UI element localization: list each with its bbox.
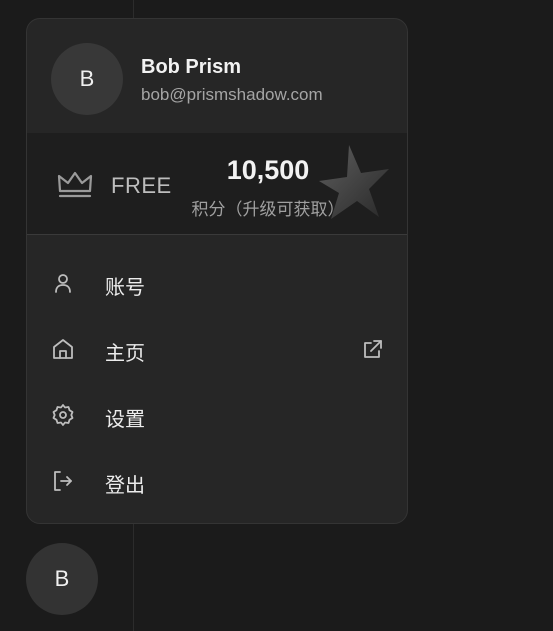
menu-item-account[interactable]: 账号 xyxy=(27,249,407,315)
menu-item-logout[interactable]: 登出 xyxy=(27,447,407,513)
credits-label: 积分（升级可获取） xyxy=(191,200,345,219)
sidebar-avatar[interactable]: B xyxy=(26,543,98,615)
page: B Bob Prism bob@prismshadow.com FREE 10,… xyxy=(0,0,553,631)
menu-item-home[interactable]: 主页 xyxy=(27,315,407,381)
user-icon xyxy=(55,274,71,293)
plan-panel[interactable]: FREE 10,500 积分（升级可获取） xyxy=(27,133,407,235)
avatar-initial: B xyxy=(79,66,95,91)
menu-item-label: 主页 xyxy=(105,343,145,365)
avatar: B xyxy=(51,43,123,115)
gear-icon xyxy=(52,404,74,426)
menu-item-label: 账号 xyxy=(105,277,145,299)
user-name: Bob Prism xyxy=(141,56,242,78)
crown-icon xyxy=(57,171,93,198)
user-email: bob@prismshadow.com xyxy=(141,85,323,104)
profile-header: B Bob Prism bob@prismshadow.com xyxy=(27,19,407,133)
logout-icon xyxy=(54,471,72,491)
menu-list: 账号 主页 设置 登出 xyxy=(27,249,407,513)
plan-name: FREE xyxy=(111,173,172,198)
account-menu: B Bob Prism bob@prismshadow.com FREE 10,… xyxy=(26,18,408,524)
credits-value: 10,500 xyxy=(226,155,310,185)
home-icon xyxy=(53,339,73,359)
menu-item-label: 设置 xyxy=(105,409,145,431)
menu-item-label: 登出 xyxy=(105,475,145,497)
external-link-icon[interactable] xyxy=(361,337,385,361)
avatar-initial: B xyxy=(54,566,70,591)
menu-item-settings[interactable]: 设置 xyxy=(27,381,407,447)
